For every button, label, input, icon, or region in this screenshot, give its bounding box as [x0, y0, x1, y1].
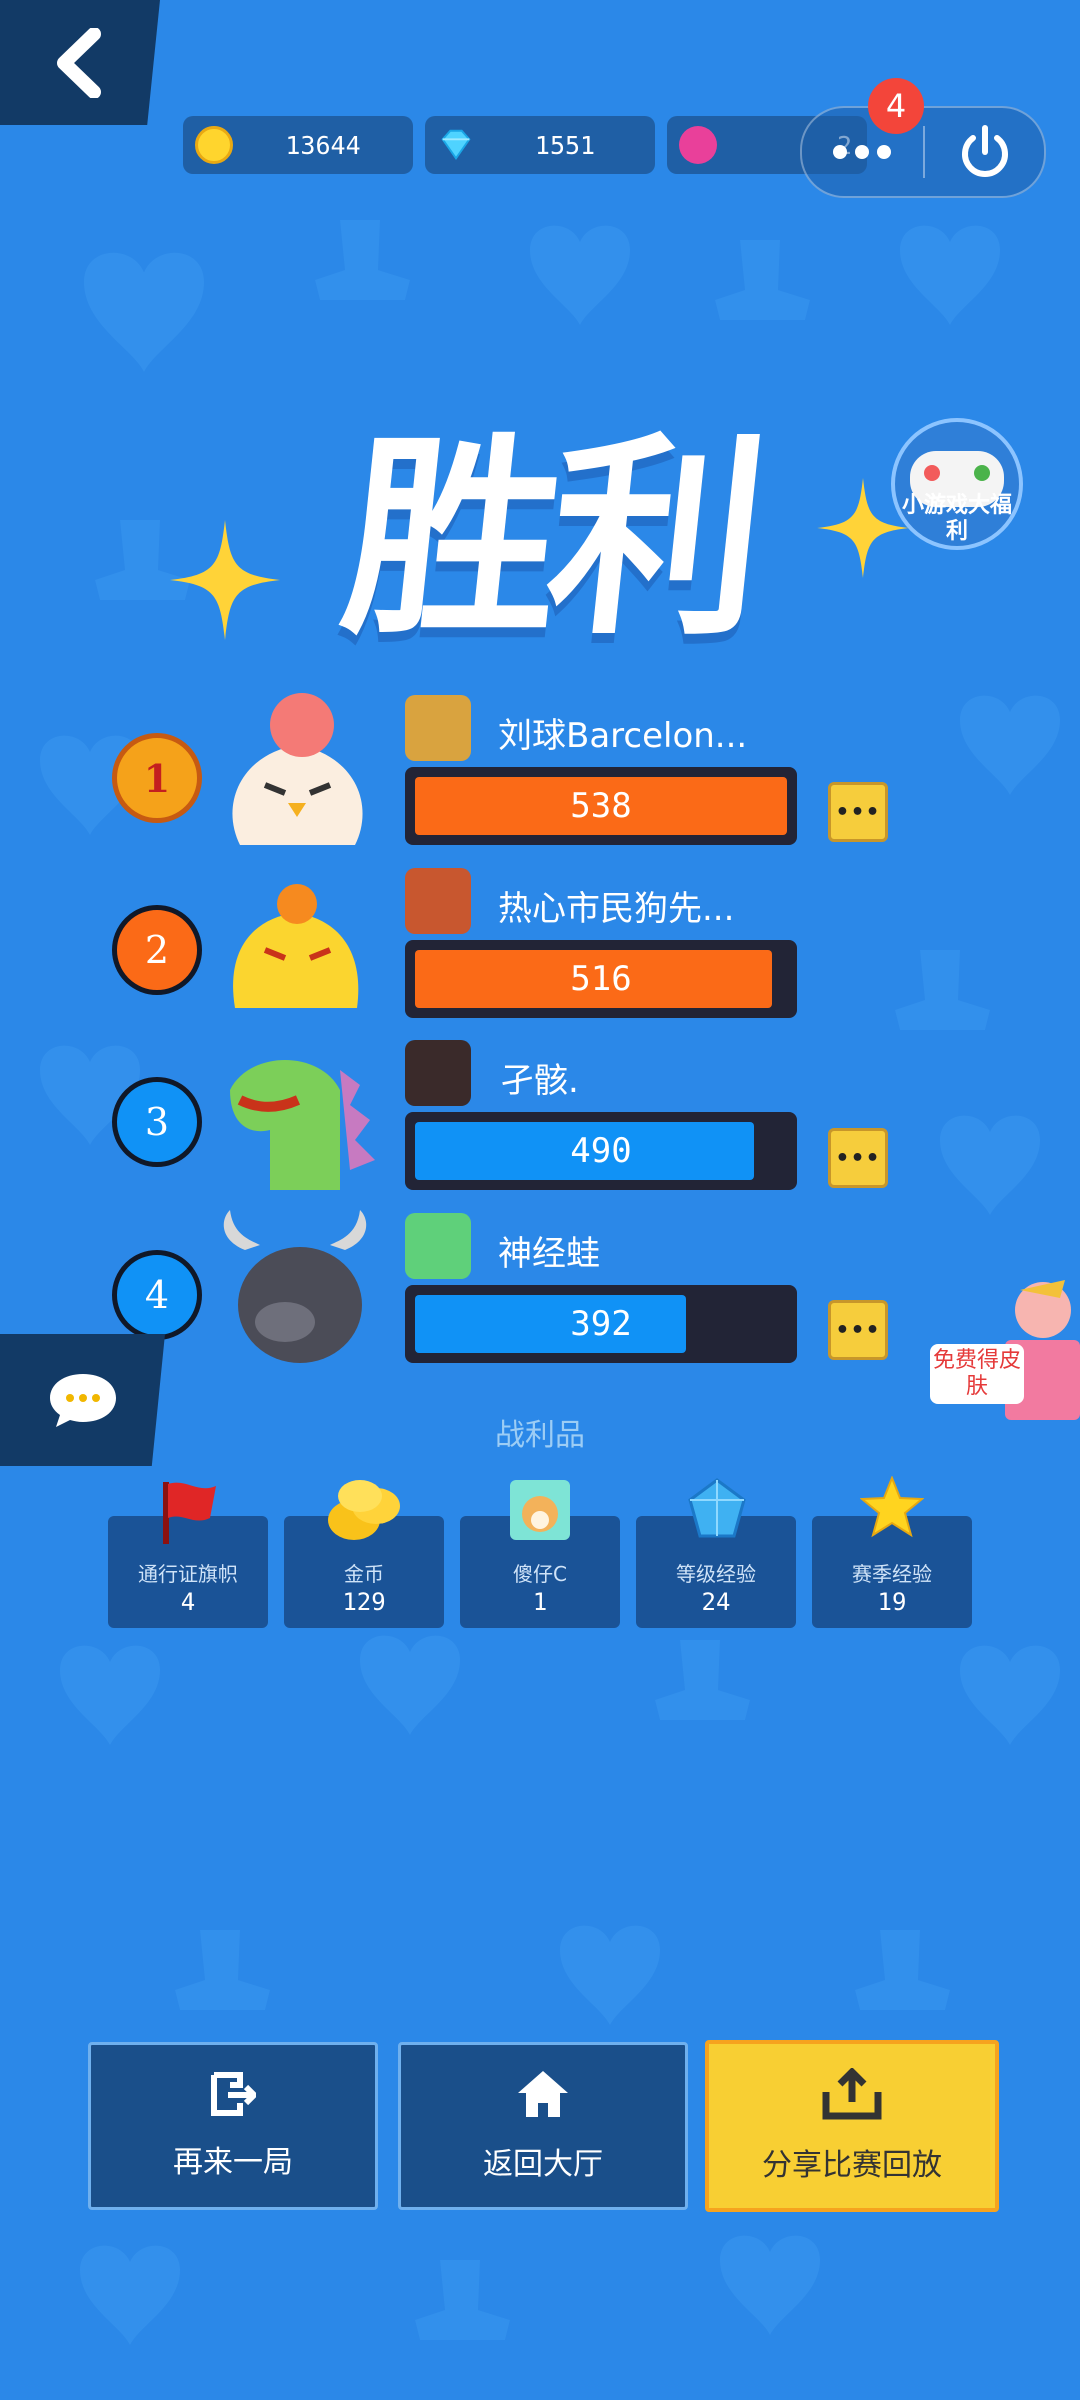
score-value: 490 [570, 1131, 632, 1171]
coin-balance: 13644 [183, 116, 413, 174]
chevron-left-icon [57, 27, 101, 98]
rank-badge: 3 [112, 1077, 202, 1167]
flag-icon [163, 1482, 216, 1544]
play-again-button[interactable]: 再来一局 [88, 2042, 378, 2210]
player-name: 刘球Barcelon... [498, 716, 748, 756]
spoil-item: 傻仔C 1 [460, 1480, 620, 1628]
dinosaur-avatar [230, 1060, 375, 1190]
shiba-card-icon [510, 1480, 570, 1540]
capsule-divider [923, 126, 925, 178]
chicken-avatar [232, 693, 363, 845]
player-name: 孑骸. [500, 1061, 579, 1101]
player-name: 神经蛙 [498, 1234, 600, 1274]
player-more-button[interactable]: ••• [828, 1300, 888, 1360]
chat-button[interactable] [0, 1334, 165, 1466]
spoil-item: 金币 129 [284, 1480, 444, 1628]
spoil-item: 赛季经验 19 [812, 1476, 972, 1628]
diamond-balance: 1551 [425, 116, 655, 174]
power-icon [962, 125, 1008, 177]
buffalo-avatar [223, 1210, 367, 1363]
game-welfare-label: 小游戏大福利 [902, 493, 1013, 544]
season-exp-star-icon [860, 1476, 924, 1538]
player-avatar [405, 695, 471, 761]
score-value: 538 [570, 786, 632, 826]
score-value: 516 [570, 959, 632, 999]
spoils-title: 战利品 [495, 1418, 585, 1453]
coin-icon [195, 126, 233, 164]
rank-badge: 2 [112, 905, 202, 995]
score-bar: 516 [405, 940, 797, 1018]
share-upload-icon [822, 2068, 882, 2120]
player-more-button[interactable]: ••• [828, 782, 888, 842]
player-more-button[interactable]: ••• [828, 1128, 888, 1188]
level-exp-gem-icon [688, 1478, 746, 1538]
home-icon [518, 2071, 568, 2117]
mini-program-capsule [800, 106, 1046, 198]
back-button[interactable] [0, 0, 160, 125]
notification-badge: 4 [868, 78, 924, 134]
free-skin-promo[interactable]: 免费得皮肤 [925, 1270, 1080, 1440]
free-skin-label: 免费得皮肤 [930, 1344, 1024, 1404]
diamond-icon [441, 129, 471, 160]
score-bar: 490 [405, 1112, 797, 1190]
player-name: 热心市民狗先... [498, 889, 735, 929]
spoil-item: 等级经验 24 [636, 1478, 796, 1628]
more-dots-icon [833, 145, 891, 159]
gold-coins-icon [328, 1480, 400, 1540]
spoil-item: 通行证旗帜 4 [108, 1482, 268, 1628]
score-bar: 538 [405, 767, 797, 845]
player-avatar [405, 868, 471, 934]
share-replay-button[interactable]: 分享比赛回放 [705, 2040, 999, 2212]
close-program-button[interactable] [926, 108, 1044, 196]
player-avatar [405, 1040, 471, 1106]
rank-medal: 1 [112, 733, 202, 823]
score-value: 392 [570, 1304, 632, 1344]
player-avatar [405, 1213, 471, 1279]
game-welfare-promo[interactable]: 小游戏大福利 [888, 415, 1026, 553]
score-bar: 392 [405, 1285, 797, 1363]
angry-chick-avatar [233, 884, 359, 1008]
return-lobby-button[interactable]: 返回大厅 [398, 2042, 688, 2210]
chat-bubble-icon [49, 1374, 116, 1427]
rank-badge: 4 [112, 1250, 202, 1340]
lotus-icon [679, 126, 717, 164]
replay-icon [211, 2072, 256, 2116]
victory-title: 胜利 [332, 415, 768, 664]
